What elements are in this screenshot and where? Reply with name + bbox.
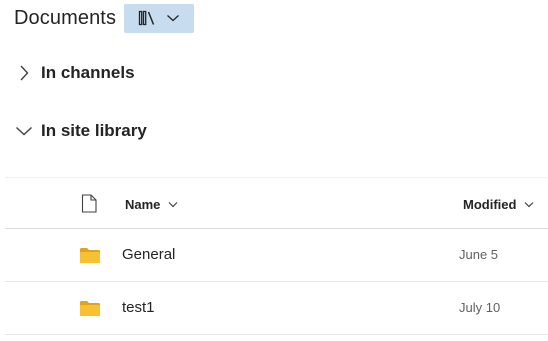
item-modified: July 10	[459, 300, 501, 315]
section-label: In channels	[41, 63, 135, 82]
item-modified: June 5	[459, 247, 499, 262]
documents-table: Name Modified General June 5 test1 July …	[5, 177, 548, 335]
folder-icon	[79, 247, 101, 269]
section-in-channels[interactable]: In channels	[14, 63, 135, 83]
chevron-down-icon	[14, 121, 34, 141]
column-header-label: Modified	[463, 196, 517, 212]
table-header-row: Name Modified	[5, 178, 548, 229]
library-view-button[interactable]	[124, 3, 195, 33]
table-row[interactable]: test1 July 10	[5, 282, 548, 335]
column-header-name[interactable]: Name	[125, 195, 178, 213]
section-label: In site library	[41, 121, 147, 140]
page-title: Documents	[14, 6, 117, 29]
chevron-down-icon	[524, 195, 534, 213]
chevron-right-icon	[14, 63, 34, 83]
column-header-label: Name	[125, 196, 161, 212]
item-name-link[interactable]: General	[122, 246, 175, 263]
document-icon	[81, 194, 97, 218]
library-icon	[138, 10, 156, 26]
chevron-down-icon	[168, 195, 178, 213]
section-in-site-library[interactable]: In site library	[14, 121, 147, 141]
table-row[interactable]: General June 5	[5, 229, 548, 282]
header: Documents	[14, 3, 195, 33]
chevron-down-icon	[166, 13, 180, 23]
item-name-link[interactable]: test1	[122, 299, 155, 316]
column-header-modified[interactable]: Modified	[463, 195, 534, 213]
folder-icon	[79, 300, 101, 322]
